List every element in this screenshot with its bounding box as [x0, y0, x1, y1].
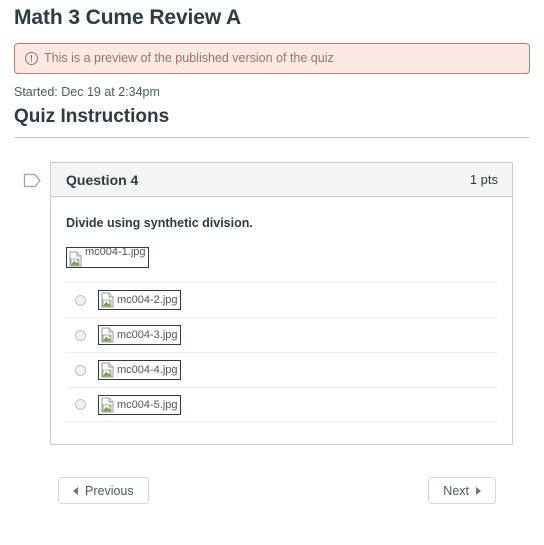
answer-image-4: mc004-5.jpg [98, 394, 181, 415]
answer-image-1: mc004-2.jpg [98, 290, 181, 310]
flag-question-button[interactable] [23, 172, 43, 189]
answer-option[interactable]: mc004-3.jpg [66, 317, 497, 352]
question-area: Question 4 1 pts Divide using synthetic … [10, 162, 534, 445]
question-container: Question 4 1 pts Divide using synthetic … [50, 162, 513, 445]
answer-image-alt-4: mc004-5.jpg [117, 398, 178, 411]
previous-button-label: Previous [85, 483, 134, 498]
answer-image-2: mc004-3.jpg [98, 325, 181, 345]
previous-question-button[interactable]: Previous [58, 477, 149, 504]
question-prompt-image: mc004-1.jpg [66, 247, 149, 268]
answer-radio-2[interactable] [75, 329, 86, 341]
answer-radio-3[interactable] [75, 364, 86, 376]
answer-image-3: mc004-4.jpg [98, 360, 181, 380]
page-title: Math 3 Cume Review A [14, 6, 242, 29]
next-question-button[interactable]: Next [428, 477, 496, 504]
answer-image-alt-3: mc004-4.jpg [117, 364, 178, 376]
answer-list: mc004-2.jpg mc004-3.jpg mc004-4.jpg mc00… [66, 282, 497, 444]
triangle-right-icon [476, 486, 481, 495]
quiz-instructions-heading: Quiz Instructions [14, 106, 170, 127]
preview-alert: This is a preview of the published versi… [14, 43, 530, 74]
answer-radio-1[interactable] [75, 294, 86, 306]
question-points: 1 pts [469, 172, 498, 187]
answer-option[interactable]: mc004-5.jpg [66, 387, 497, 422]
question-prompt-image-alt: mc004-1.jpg [85, 247, 146, 258]
answer-option[interactable]: mc004-2.jpg [66, 282, 497, 317]
broken-image-icon [101, 327, 114, 343]
answer-image-alt-2: mc004-3.jpg [117, 329, 178, 341]
quiz-preview-page: Math 3 Cume Review A This is a preview o… [0, 5, 544, 545]
triangle-left-icon [73, 486, 78, 495]
quiz-started-time: Started: Dec 19 at 2:34pm [14, 85, 160, 99]
next-button-label: Next [443, 483, 469, 498]
quiz-navigation: Previous Next [14, 477, 530, 504]
question-body: Divide using synthetic division. mc004-1… [51, 197, 512, 444]
question-name: Question 4 [66, 171, 139, 188]
answer-option[interactable]: mc004-4.jpg [66, 352, 497, 387]
heading-divider [14, 137, 530, 138]
broken-image-icon [101, 397, 114, 412]
question-header: Question 4 1 pts [51, 163, 512, 197]
broken-image-icon [101, 362, 114, 378]
preview-alert-text: This is a preview of the published versi… [44, 51, 334, 65]
question-text: Divide using synthetic division. [66, 216, 253, 230]
broken-image-icon [101, 292, 114, 308]
answer-radio-4[interactable] [75, 399, 86, 410]
exclamation-circle-icon [25, 51, 38, 65]
broken-image-icon [69, 251, 82, 267]
flag-outline-icon [23, 173, 41, 188]
answer-image-alt-1: mc004-2.jpg [117, 294, 178, 306]
